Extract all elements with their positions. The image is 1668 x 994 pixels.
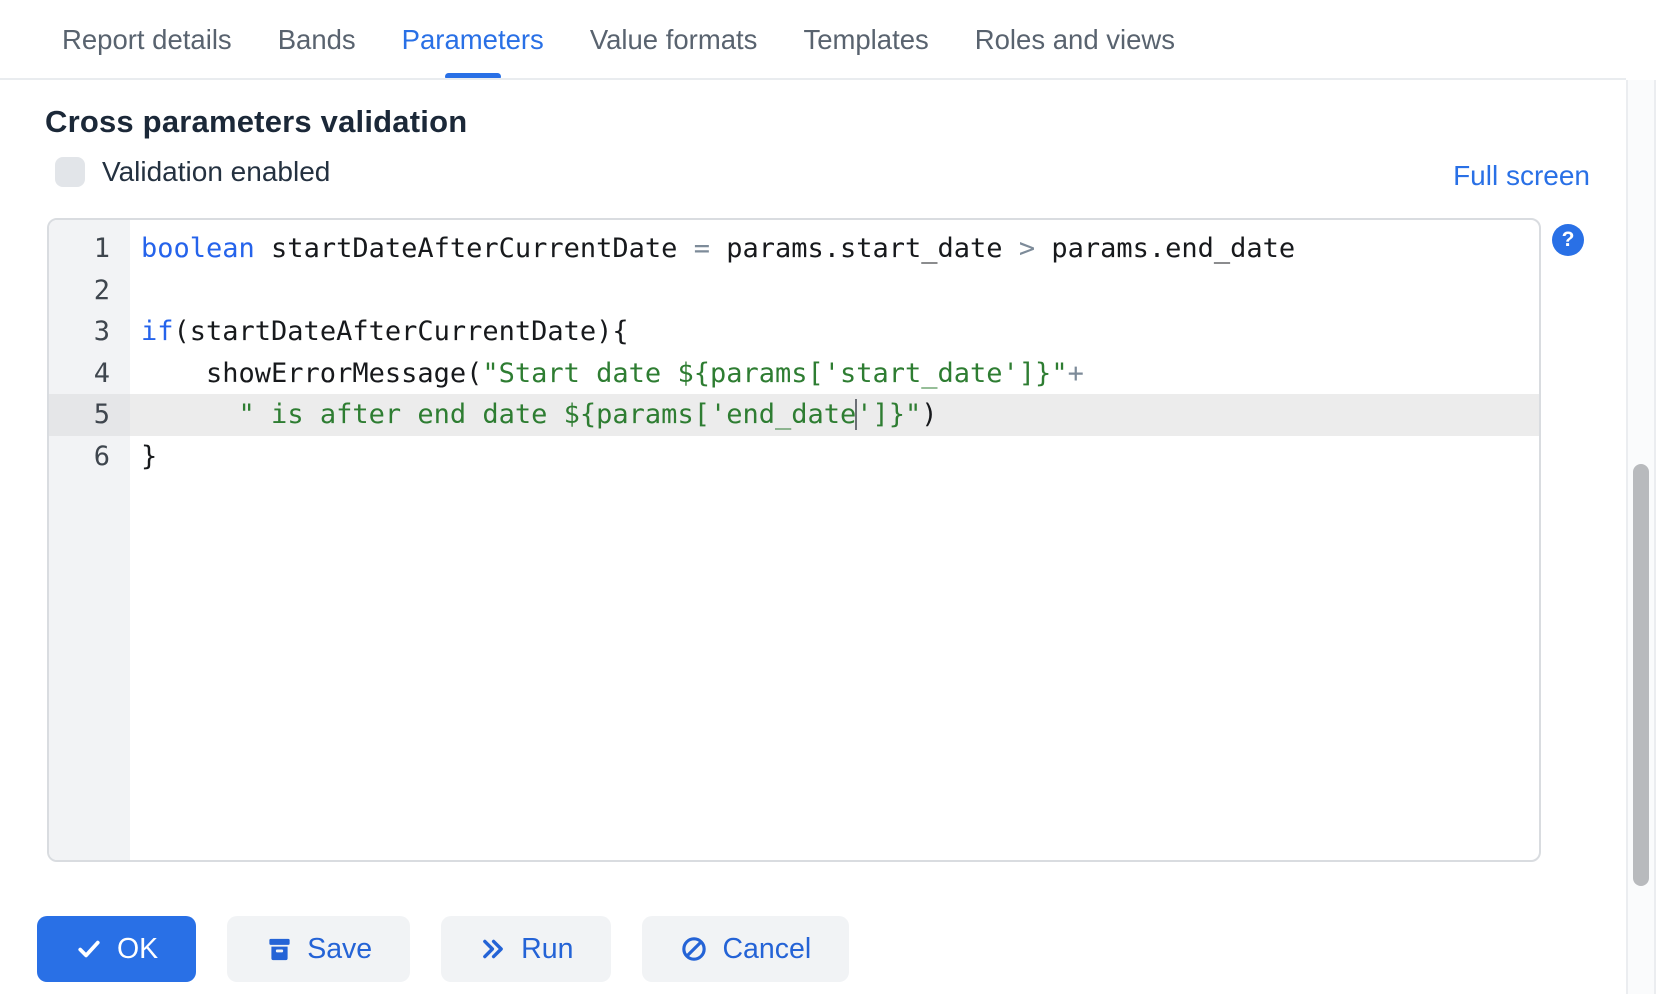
line-number: 5	[49, 394, 130, 436]
validation-enabled-label: Validation enabled	[102, 156, 330, 188]
cancel-icon	[680, 935, 708, 963]
tab-bands[interactable]: Bands	[278, 0, 356, 80]
run-icon	[479, 935, 507, 963]
full-screen-link[interactable]: Full screen	[1453, 160, 1590, 192]
code-text	[130, 270, 1539, 312]
button-label: Run	[521, 933, 573, 966]
validation-enabled-row: Validation enabled	[55, 156, 330, 188]
scrollbar-thumb[interactable]	[1633, 464, 1649, 886]
code-line-4[interactable]: 4 showErrorMessage("Start date ${params[…	[49, 353, 1539, 395]
code-line-1[interactable]: 1boolean startDateAfterCurrentDate = par…	[49, 228, 1539, 270]
help-icon[interactable]: ?	[1552, 224, 1584, 256]
check-icon	[75, 935, 103, 963]
line-number: 6	[49, 436, 130, 478]
cancel-button[interactable]: Cancel	[642, 916, 849, 982]
line-number: 3	[49, 311, 130, 353]
tab-value-formats[interactable]: Value formats	[590, 0, 758, 80]
tab-templates[interactable]: Templates	[803, 0, 928, 80]
button-label: Cancel	[722, 933, 811, 966]
code-text: boolean startDateAfterCurrentDate = para…	[130, 228, 1539, 270]
section-title: Cross parameters validation	[45, 104, 467, 140]
action-button-row: OK Save Run Cancel	[37, 916, 849, 982]
code-text: showErrorMessage("Start date ${params['s…	[130, 353, 1539, 395]
run-button[interactable]: Run	[441, 916, 611, 982]
button-label: OK	[117, 933, 158, 966]
line-number: 1	[49, 228, 130, 270]
code-line-6[interactable]: 6}	[49, 436, 1539, 478]
code-line-3[interactable]: 3if(startDateAfterCurrentDate){	[49, 311, 1539, 353]
line-number: 2	[49, 270, 130, 312]
code-line-5[interactable]: 5 " is after end date ${params['end_date…	[49, 394, 1539, 436]
code-text: if(startDateAfterCurrentDate){	[130, 311, 1539, 353]
code-editor[interactable]: 1boolean startDateAfterCurrentDate = par…	[47, 218, 1541, 862]
tab-parameters[interactable]: Parameters	[402, 0, 544, 80]
tab-roles-and-views[interactable]: Roles and views	[975, 0, 1175, 80]
vertical-scrollbar[interactable]	[1626, 80, 1656, 994]
tab-report-details[interactable]: Report details	[62, 0, 232, 80]
save-button[interactable]: Save	[227, 916, 410, 982]
code-line-2[interactable]: 2	[49, 270, 1539, 312]
tab-bar-divider	[0, 78, 1626, 80]
validation-enabled-checkbox[interactable]	[55, 157, 85, 187]
code-text: " is after end date ${params['end_date']…	[130, 394, 1539, 436]
ok-button[interactable]: OK	[37, 916, 196, 982]
button-label: Save	[307, 933, 372, 966]
save-icon	[265, 935, 293, 963]
code-text: }	[130, 436, 1539, 478]
line-number: 4	[49, 353, 130, 395]
tab-bar: Report details Bands Parameters Value forma…	[0, 0, 1175, 80]
